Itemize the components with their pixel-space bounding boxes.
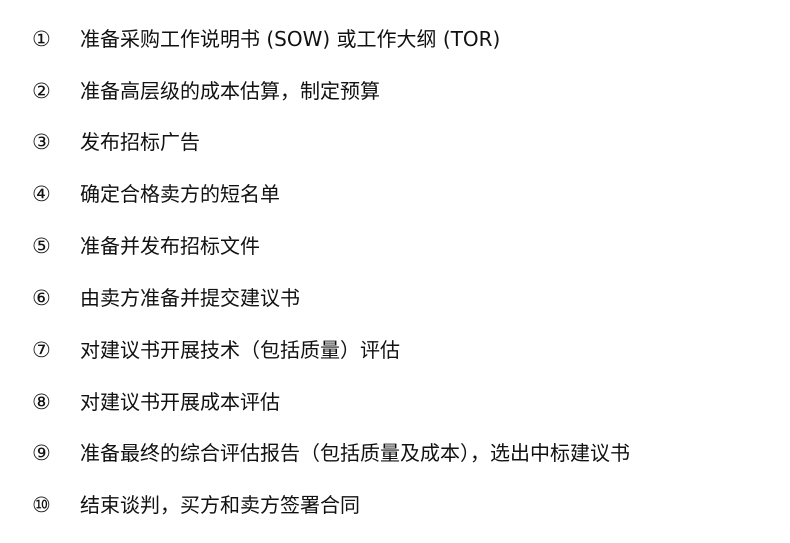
list-item: ⑨ 准备最终的综合评估报告（包括质量及成本），选出中标建议书	[0, 436, 790, 470]
step-number: ⑥	[32, 286, 51, 310]
procurement-steps-list: ① 准备采购工作说明书 (SOW) 或工作大纲 (TOR) ② 准备高层级的成本…	[0, 0, 790, 543]
step-number: ⑤	[32, 234, 51, 258]
step-text: 确定合格卖方的短名单	[80, 182, 280, 206]
list-item: ① 准备采购工作说明书 (SOW) 或工作大纲 (TOR)	[0, 22, 790, 56]
step-number: ③	[32, 130, 51, 154]
step-text: 发布招标广告	[80, 130, 200, 154]
step-number: ⑩	[32, 493, 51, 517]
step-number: ⑧	[32, 390, 51, 414]
list-item: ⑧ 对建议书开展成本评估	[0, 385, 790, 419]
step-number: ④	[32, 182, 51, 206]
step-number: ①	[32, 27, 51, 51]
step-number: ⑦	[32, 338, 51, 362]
list-item: ② 准备高层级的成本估算，制定预算	[0, 74, 790, 108]
list-item: ③ 发布招标广告	[0, 125, 790, 159]
step-number: ②	[32, 79, 51, 103]
step-number: ⑨	[32, 441, 51, 465]
step-text: 准备采购工作说明书 (SOW) 或工作大纲 (TOR)	[80, 27, 501, 51]
list-item: ④ 确定合格卖方的短名单	[0, 177, 790, 211]
list-item: ⑤ 准备并发布招标文件	[0, 229, 790, 263]
step-text: 准备并发布招标文件	[80, 234, 260, 258]
list-item: ⑩ 结束谈判，买方和卖方签署合同	[0, 488, 790, 522]
step-text: 准备最终的综合评估报告（包括质量及成本），选出中标建议书	[80, 441, 630, 465]
step-text: 由卖方准备并提交建议书	[80, 286, 300, 310]
step-text: 结束谈判，买方和卖方签署合同	[80, 493, 360, 517]
step-text: 对建议书开展成本评估	[80, 390, 280, 414]
list-item: ⑦ 对建议书开展技术（包括质量）评估	[0, 333, 790, 367]
step-text: 对建议书开展技术（包括质量）评估	[80, 338, 400, 362]
step-text: 准备高层级的成本估算，制定预算	[80, 79, 380, 103]
list-item: ⑥ 由卖方准备并提交建议书	[0, 281, 790, 315]
